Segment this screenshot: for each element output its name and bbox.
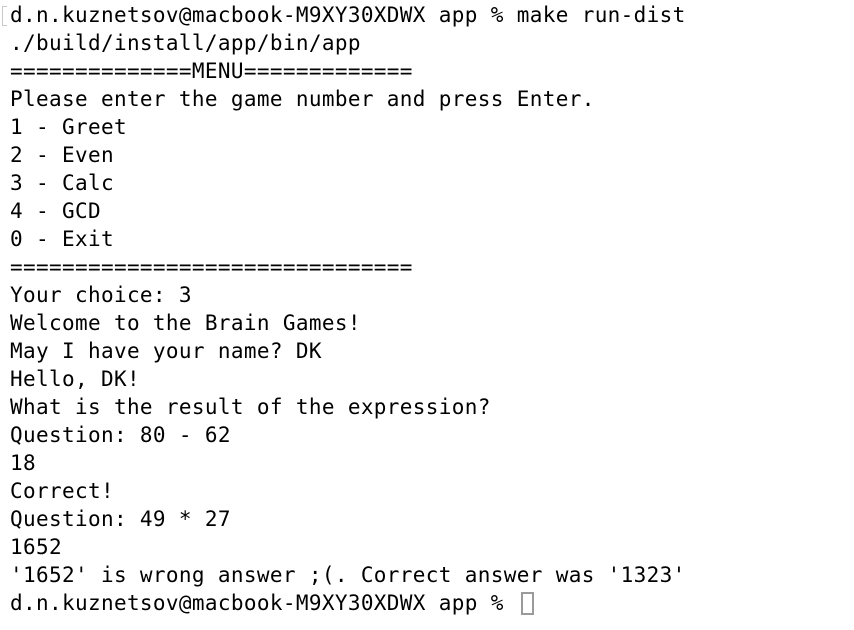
answer-line: 1652 [10, 535, 62, 559]
question-line: Question: 80 - 62 [10, 423, 231, 447]
menu-header: ==============MENU============= [10, 59, 413, 83]
result-line: Correct! [10, 479, 114, 503]
menu-option-even: 2 - Even [10, 143, 114, 167]
user-choice-line: Your choice: 3 [10, 283, 192, 307]
prompt-line[interactable]: d.n.kuznetsov@macbook-M9XY30XDWX app % [10, 589, 854, 617]
output-line: ./build/install/app/bin/app [10, 31, 361, 55]
name-prompt-line: May I have your name? DK [10, 339, 322, 363]
menu-option-gcd: 4 - GCD [10, 199, 101, 223]
terminal-window[interactable]: d.n.kuznetsov@macbook-M9XY30XDWX app % m… [0, 0, 854, 630]
menu-instruction: Please enter the game number and press E… [10, 87, 595, 111]
wrong-answer-line: '1652' is wrong answer ;(. Correct answe… [10, 563, 686, 587]
question-line: Question: 49 * 27 [10, 507, 231, 531]
greeting-line: Hello, DK! [10, 367, 140, 391]
game-rules-line: What is the result of the expression? [10, 395, 491, 419]
text-cursor[interactable] [520, 592, 534, 615]
command-line: d.n.kuznetsov@macbook-M9XY30XDWX app % m… [10, 3, 686, 27]
command-mark-icon [2, 6, 7, 26]
menu-option-exit: 0 - Exit [10, 227, 114, 251]
welcome-line: Welcome to the Brain Games! [10, 311, 361, 335]
menu-option-calc: 3 - Calc [10, 171, 114, 195]
answer-line: 18 [10, 451, 36, 475]
menu-option-greet: 1 - Greet [10, 115, 127, 139]
shell-prompt: d.n.kuznetsov@macbook-M9XY30XDWX app % [10, 591, 517, 615]
menu-footer: =============================== [10, 255, 413, 279]
